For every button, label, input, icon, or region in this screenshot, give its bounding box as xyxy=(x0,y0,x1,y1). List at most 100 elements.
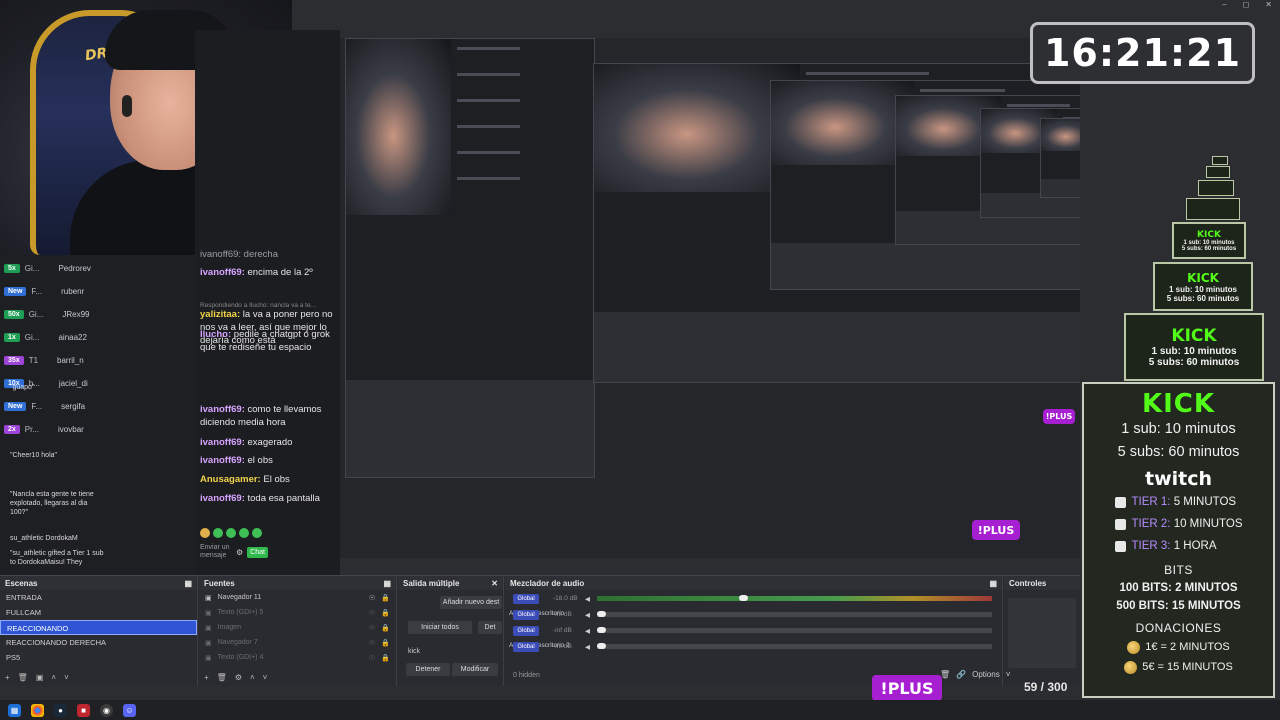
windows-start-icon[interactable]: ▦ xyxy=(8,703,21,717)
scene-item[interactable]: PS5 xyxy=(0,650,197,665)
chevron-down-icon[interactable]: ˅ xyxy=(1006,670,1011,679)
chat-message: ivanoff69: toda esa pantalla xyxy=(200,492,335,505)
subathon-info-panel: KICK 1 sub: 10 minutos 5 subs: 60 minuto… xyxy=(1082,382,1275,698)
chrome-icon[interactable] xyxy=(31,703,44,717)
kick-mini-panel: KICK 1 sub: 10 minutos 5 subs: 60 minutos xyxy=(1124,313,1264,381)
scenes-title: Escenas xyxy=(5,579,38,588)
controls-area xyxy=(1008,598,1076,668)
send-chat-button[interactable]: Chat xyxy=(247,546,268,558)
chevron-up-icon[interactable]: ˄ xyxy=(250,673,255,682)
chat-message-user[interactable]: yalizitaa: xyxy=(200,309,240,320)
emote-icon[interactable] xyxy=(252,528,262,538)
lock-icon[interactable]: 🔒 xyxy=(381,639,390,647)
volume-slider-knob[interactable] xyxy=(597,627,606,633)
global-button[interactable]: Global xyxy=(513,642,539,652)
chat-user-row[interactable]: 1x Gi... ainaa22 xyxy=(4,328,87,346)
emote-icon[interactable] xyxy=(226,528,236,538)
lock-icon[interactable]: 🔒 xyxy=(381,624,390,632)
speaker-icon[interactable]: ◀ xyxy=(585,627,590,635)
chat-user-row[interactable]: 50x Gi... JRex99 xyxy=(4,305,89,323)
dock-menu-icon[interactable]: ▦ xyxy=(989,579,997,588)
audio-mixer-dock: Mezclador de audio ▦ 0 hidden Global -18.0… xyxy=(505,576,1003,686)
source-item[interactable]: ▣ Navegador 11 ☉ 🔒 xyxy=(199,590,396,605)
source-item[interactable]: ▣ Navegador 7 ☉ 🔒 xyxy=(199,635,396,650)
add-destination-button[interactable]: Añadir nuevo dest xyxy=(440,596,502,609)
source-item[interactable]: ▣ Texto (GDI+) 4 ☉ 🔒 xyxy=(199,650,396,665)
chevron-up-icon[interactable]: ˄ xyxy=(51,673,56,682)
add-icon[interactable]: + xyxy=(204,673,209,682)
stop-button[interactable]: Detener xyxy=(406,663,450,676)
chat-message-user[interactable]: Anusagamer: xyxy=(200,474,261,485)
eye-icon[interactable]: ☉ xyxy=(369,609,375,617)
steam-icon[interactable]: ● xyxy=(54,703,67,717)
chevron-down-icon[interactable]: ˅ xyxy=(64,673,69,682)
chat-user-row[interactable]: New F... rubenr xyxy=(4,282,84,300)
options-button[interactable]: Options xyxy=(972,670,1000,679)
volume-slider-knob[interactable] xyxy=(597,611,606,617)
chat-message-user[interactable]: ivanoff69: xyxy=(200,404,245,415)
destination-button[interactable]: Det xyxy=(478,621,502,634)
chat-message-user[interactable]: ivanoff69: xyxy=(200,437,245,448)
emote-icon[interactable] xyxy=(213,528,223,538)
source-name: Texto (GDI+) 5 xyxy=(217,609,264,616)
scene-item[interactable]: REACCIONANDO DERECHA xyxy=(0,635,197,650)
minimize-icon[interactable]: – xyxy=(1222,0,1226,9)
chat-user-row[interactable]: New F... sergifa xyxy=(4,397,85,415)
gear-icon[interactable]: ⚙ xyxy=(235,673,242,682)
chat-message-user[interactable]: ivanoff69: xyxy=(200,493,245,504)
donations-title: DONACIONES xyxy=(1135,621,1222,635)
dock-menu-icon[interactable]: ▦ xyxy=(184,579,192,588)
global-button[interactable]: Global xyxy=(513,626,539,636)
emote-icon[interactable] xyxy=(239,528,249,538)
link-icon[interactable]: 🔗 xyxy=(956,670,966,679)
source-item[interactable]: ▣ Imagen ☉ 🔒 xyxy=(199,620,396,635)
speaker-icon[interactable]: ◀ xyxy=(585,595,590,603)
lock-icon[interactable]: 🔒 xyxy=(381,594,390,602)
volume-slider-knob[interactable] xyxy=(597,643,606,649)
eye-icon[interactable]: ☉ xyxy=(369,654,375,662)
chat-user-row[interactable]: 2x Pr... ivovbar xyxy=(4,420,84,438)
chat-message-user[interactable]: ivanoff69: xyxy=(200,267,245,278)
start-all-button[interactable]: Iniciar todos xyxy=(408,621,472,634)
emote-icon[interactable] xyxy=(200,528,210,538)
donation-rule-text: 1€ = 2 MINUTOS xyxy=(1145,641,1230,653)
settings-gear-icon[interactable]: ⚙ xyxy=(236,548,243,557)
speaker-icon[interactable]: ◀ xyxy=(585,611,590,619)
eye-icon[interactable]: ☉ xyxy=(369,624,375,632)
chat-user-row[interactable]: 5x Gi... Pedrorev xyxy=(4,259,91,277)
lock-icon[interactable]: 🔒 xyxy=(381,609,390,617)
global-button[interactable]: Global xyxy=(513,610,539,620)
lock-icon[interactable]: 🔒 xyxy=(381,654,390,662)
track-db: -inf dB xyxy=(553,643,572,650)
dock-menu-icon[interactable]: ▦ xyxy=(383,579,391,588)
chevron-down-icon[interactable]: ˅ xyxy=(263,673,268,682)
close-icon[interactable]: ✕ xyxy=(1265,0,1272,9)
chat-username: JRex99 xyxy=(62,309,90,319)
eye-icon[interactable]: ☉ xyxy=(369,594,375,602)
app-icon[interactable]: ■ xyxy=(77,703,90,717)
volume-slider-knob[interactable] xyxy=(739,595,748,601)
source-item[interactable]: ▣ Texto (GDI+) 5 ☉ 🔒 xyxy=(199,605,396,620)
chat-input[interactable]: Enviar un mensaje xyxy=(200,544,232,560)
obs-icon[interactable]: ◉ xyxy=(100,703,113,717)
scene-item[interactable]: ENTRADA xyxy=(0,590,197,605)
filter-icon[interactable]: ▣ xyxy=(36,673,44,682)
close-icon[interactable]: ✕ xyxy=(491,579,498,588)
preview-text-line xyxy=(457,73,520,76)
twitch-glitch-icon xyxy=(1114,496,1126,508)
trash-icon[interactable]: 🗑 xyxy=(217,673,227,682)
speaker-icon[interactable]: ◀ xyxy=(585,643,590,651)
discord-icon[interactable]: ☺ xyxy=(123,703,136,717)
chat-message-user[interactable]: Ilucho: xyxy=(200,329,231,340)
scene-item[interactable]: FULLCAM xyxy=(0,605,197,620)
global-button[interactable]: Global xyxy=(513,594,539,604)
eye-icon[interactable]: ☉ xyxy=(369,639,375,647)
chat-message-text: encima de la 2º xyxy=(244,267,313,278)
add-icon[interactable]: + xyxy=(5,673,10,682)
modify-button[interactable]: Modificar xyxy=(452,663,498,676)
scene-item[interactable]: REACCIONANDO xyxy=(0,620,197,635)
trash-icon[interactable]: 🗑 xyxy=(18,673,28,682)
maximize-icon[interactable]: ◻ xyxy=(1243,0,1250,9)
chat-message-user[interactable]: ivanoff69: xyxy=(200,455,245,466)
chat-user-row[interactable]: 35x T1 barril_n xyxy=(4,351,84,369)
